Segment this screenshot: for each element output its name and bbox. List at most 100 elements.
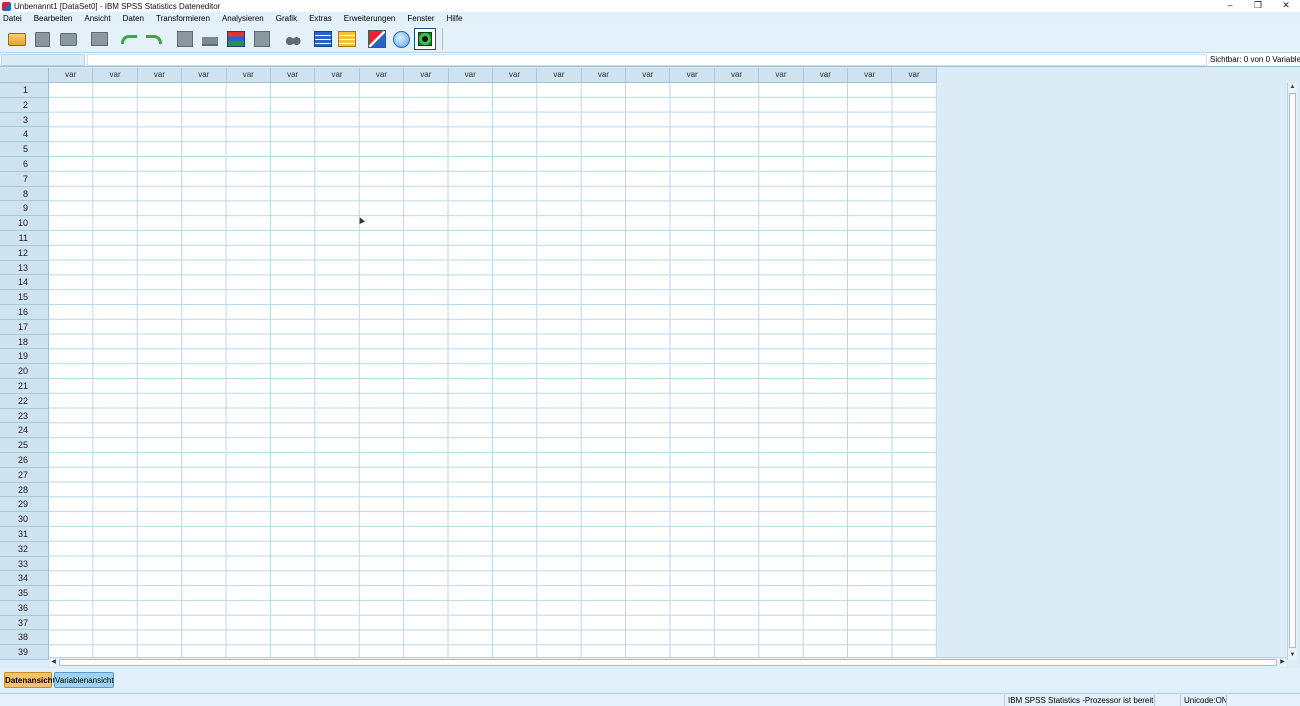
- column-header[interactable]: var: [49, 68, 94, 83]
- row-header[interactable]: 32: [0, 541, 49, 557]
- column-header[interactable]: var: [448, 68, 493, 83]
- row-header[interactable]: 3: [0, 112, 49, 128]
- column-header[interactable]: var: [759, 68, 804, 83]
- tab-variablenansicht[interactable]: Variablenansicht: [54, 672, 114, 688]
- insert-variable-button[interactable]: [336, 28, 358, 50]
- row-header[interactable]: 21: [0, 378, 49, 394]
- row-header[interactable]: 35: [0, 586, 49, 601]
- row-header[interactable]: 18: [0, 334, 49, 350]
- row-header[interactable]: 13: [0, 260, 49, 276]
- row-header[interactable]: 9: [0, 201, 49, 217]
- row-header[interactable]: 22: [0, 393, 49, 409]
- row-header[interactable]: 4: [0, 127, 49, 143]
- column-header[interactable]: var: [714, 68, 760, 83]
- insert-cases-button[interactable]: [312, 28, 334, 50]
- row-header[interactable]: 1: [0, 83, 49, 98]
- row-header[interactable]: 25: [0, 438, 49, 453]
- select-cases-button[interactable]: [414, 28, 436, 50]
- horizontal-scrollbar[interactable]: ◀ ▶: [49, 657, 1287, 667]
- row-header[interactable]: 8: [0, 186, 49, 202]
- vertical-scroll-thumb[interactable]: [1289, 93, 1296, 648]
- row-header[interactable]: 16: [0, 304, 49, 320]
- row-header[interactable]: 28: [0, 482, 49, 498]
- redo-button[interactable]: [143, 28, 165, 50]
- minimize-button[interactable]: –: [1216, 0, 1244, 12]
- row-header[interactable]: 30: [0, 512, 49, 527]
- save-button[interactable]: [31, 28, 53, 50]
- row-header[interactable]: 24: [0, 423, 49, 439]
- menu-bearbeiten[interactable]: Bearbeiten: [34, 14, 73, 23]
- row-header[interactable]: 31: [0, 526, 49, 542]
- row-header[interactable]: 26: [0, 452, 49, 468]
- column-header[interactable]: var: [626, 68, 671, 83]
- column-header[interactable]: var: [359, 68, 405, 83]
- goto-variable-button[interactable]: [199, 28, 221, 50]
- column-header[interactable]: var: [137, 68, 183, 83]
- column-header[interactable]: var: [315, 68, 360, 83]
- column-header[interactable]: var: [226, 68, 271, 83]
- column-header[interactable]: var: [803, 68, 849, 83]
- column-header[interactable]: var: [492, 68, 538, 83]
- column-header[interactable]: var: [537, 68, 582, 83]
- menu-ansicht[interactable]: Ansicht: [84, 14, 110, 23]
- row-header[interactable]: 17: [0, 319, 49, 335]
- scroll-right-arrow-icon[interactable]: ▶: [1278, 658, 1287, 667]
- find-button[interactable]: [282, 28, 304, 50]
- horizontal-scroll-thumb[interactable]: [59, 659, 1277, 666]
- row-header[interactable]: 14: [0, 275, 49, 291]
- row-header[interactable]: 5: [0, 142, 49, 157]
- row-header[interactable]: 37: [0, 615, 49, 631]
- weight-cases-button[interactable]: [390, 28, 412, 50]
- open-button[interactable]: [6, 28, 28, 50]
- menu-hilfe[interactable]: Hilfe: [446, 14, 462, 23]
- close-button[interactable]: ✕: [1272, 0, 1300, 12]
- row-header[interactable]: 33: [0, 556, 49, 572]
- row-header[interactable]: 23: [0, 408, 49, 424]
- row-header[interactable]: 11: [0, 230, 49, 246]
- menu-transformieren[interactable]: Transformieren: [156, 14, 210, 23]
- print-button[interactable]: [57, 28, 79, 50]
- column-header[interactable]: var: [404, 68, 449, 83]
- row-header[interactable]: 29: [0, 497, 49, 513]
- scroll-down-arrow-icon[interactable]: ▼: [1288, 651, 1297, 660]
- grid-corner[interactable]: [0, 68, 49, 83]
- run-descriptives-button[interactable]: [251, 28, 273, 50]
- column-header[interactable]: var: [848, 68, 893, 83]
- column-header[interactable]: var: [93, 68, 138, 83]
- vertical-scrollbar[interactable]: ▲ ▼: [1287, 83, 1297, 660]
- row-header[interactable]: 34: [0, 571, 49, 587]
- menu-fenster[interactable]: Fenster: [407, 14, 434, 23]
- column-header[interactable]: var: [581, 68, 627, 83]
- cell-editor-input[interactable]: [87, 54, 1207, 66]
- row-header[interactable]: 7: [0, 171, 49, 187]
- row-header[interactable]: 12: [0, 245, 49, 261]
- dialog-recall-button[interactable]: [88, 28, 110, 50]
- scroll-up-arrow-icon[interactable]: ▲: [1288, 83, 1297, 92]
- menu-grafik[interactable]: Grafik: [276, 14, 297, 23]
- row-header[interactable]: 20: [0, 364, 49, 379]
- goto-case-button[interactable]: [174, 28, 196, 50]
- row-header[interactable]: 10: [0, 216, 49, 231]
- menu-extras[interactable]: Extras: [309, 14, 332, 23]
- variables-button[interactable]: [225, 28, 247, 50]
- grid-cells[interactable]: [49, 83, 937, 660]
- column-header[interactable]: var: [182, 68, 227, 83]
- row-header[interactable]: 36: [0, 600, 49, 616]
- row-header[interactable]: 15: [0, 290, 49, 305]
- menu-datei[interactable]: Datei: [3, 14, 22, 23]
- undo-button[interactable]: [118, 28, 140, 50]
- column-header[interactable]: var: [892, 68, 937, 83]
- row-header[interactable]: 19: [0, 349, 49, 365]
- scroll-left-arrow-icon[interactable]: ◀: [49, 658, 58, 667]
- split-file-button[interactable]: [366, 28, 388, 50]
- row-header[interactable]: 6: [0, 156, 49, 172]
- menu-erweiterungen[interactable]: Erweiterungen: [344, 14, 396, 23]
- column-header[interactable]: var: [270, 68, 316, 83]
- row-header[interactable]: 2: [0, 97, 49, 113]
- tab-datenansicht[interactable]: Datenansicht: [4, 672, 55, 688]
- row-header[interactable]: 39: [0, 645, 49, 661]
- row-header[interactable]: 38: [0, 630, 49, 646]
- menu-analysieren[interactable]: Analysieren: [222, 14, 264, 23]
- menu-daten[interactable]: Daten: [123, 14, 144, 23]
- column-header[interactable]: var: [670, 68, 715, 83]
